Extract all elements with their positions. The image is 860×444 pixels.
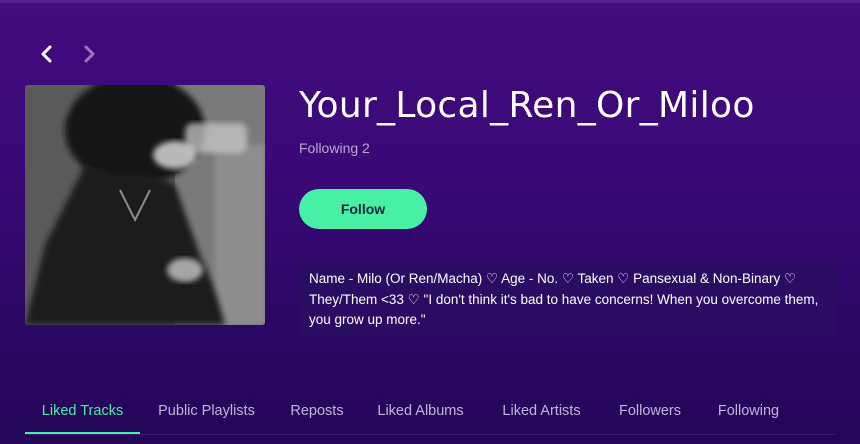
profile-name: Your_Local_Ren_Or_Miloo [299,85,755,126]
chevron-right-icon [84,45,95,63]
tab-liked-artists[interactable]: Liked Artists [497,395,586,433]
profile-tabs: Liked Tracks Public Playlists Reposts Li… [25,395,835,435]
tab-liked-tracks[interactable]: Liked Tracks [25,395,140,433]
following-count[interactable]: Following 2 [299,140,370,156]
tab-public-playlists[interactable]: Public Playlists [152,395,261,433]
profile-bio: Name - Milo (Or Ren/Macha) ♡ Age - No. ♡… [299,260,835,336]
forward-button[interactable] [75,40,103,68]
tab-liked-albums[interactable]: Liked Albums [375,395,466,433]
avatar-photo [25,85,265,325]
tab-followers[interactable]: Followers [615,395,685,433]
back-button[interactable] [33,40,61,68]
tabs-divider [25,434,835,435]
top-border [0,0,860,3]
profile-avatar [25,85,265,325]
chevron-left-icon [41,45,52,63]
tab-reposts[interactable]: Reposts [287,395,347,433]
tab-following[interactable]: Following [714,395,783,433]
follow-button[interactable]: Follow [299,189,427,229]
